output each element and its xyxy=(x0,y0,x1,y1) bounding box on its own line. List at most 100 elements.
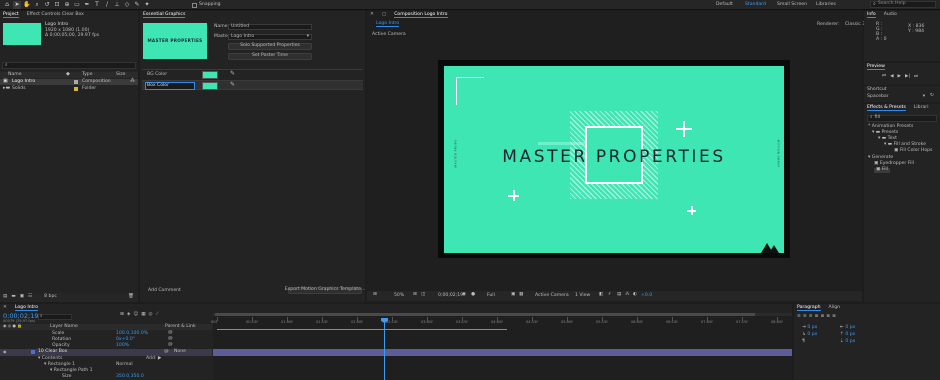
label-color-swatch[interactable] xyxy=(74,80,78,84)
prev-frame-icon[interactable]: ◀ xyxy=(890,74,893,80)
pixel-aspect-icon[interactable]: ◧ xyxy=(599,292,603,298)
tab-effects-presets[interactable]: Effects & Presets xyxy=(867,105,906,112)
transparency-grid-icon[interactable]: ▦ xyxy=(519,292,523,298)
adjust-icon[interactable]: ☷ xyxy=(28,295,32,300)
tab-align[interactable]: Align xyxy=(829,306,841,311)
indent-right-field[interactable]: ⇤ 0 px xyxy=(840,325,855,331)
tree-item-presets[interactable]: ▾ ▬ Presets xyxy=(872,130,898,136)
roto-brush-icon[interactable]: ✎ xyxy=(133,1,141,9)
add-comment-button[interactable]: Add Comment xyxy=(148,288,181,294)
resolution-select[interactable]: Full xyxy=(487,293,495,299)
bg-color-swatch[interactable] xyxy=(202,71,218,79)
project-search[interactable]: ⌕ xyxy=(2,62,136,69)
layer-bar-clear-box[interactable] xyxy=(213,349,792,356)
tab-timeline-logo-intro[interactable]: Logo Intro xyxy=(14,305,39,312)
eyedropper-icon[interactable]: ✎ xyxy=(230,82,235,88)
tree-item-animation-presets[interactable]: * Animation Presets xyxy=(868,124,913,130)
play-icon[interactable]: ▶ xyxy=(898,74,901,80)
workspace-libraries[interactable]: Libraries xyxy=(816,2,836,8)
table-row[interactable]: Size 350.0,350.0 xyxy=(0,374,212,380)
label-color-swatch[interactable] xyxy=(74,87,78,91)
set-poster-time-button[interactable]: Set Poster Time xyxy=(228,53,312,60)
close-icon[interactable]: ✕ xyxy=(370,13,374,18)
justify-all-icon[interactable]: ≣ xyxy=(832,314,836,320)
space-before-field[interactable]: ⇡ 0 px xyxy=(840,332,855,338)
justify-left-icon[interactable]: ≣ xyxy=(815,314,819,320)
flowchart-icon[interactable]: ⁂ xyxy=(625,292,630,298)
box-color-swatch[interactable] xyxy=(202,82,218,90)
row-value[interactable]: 350.0,350.0 xyxy=(116,374,144,380)
first-line-indent-field[interactable]: ↳ 0 px xyxy=(802,332,817,338)
composition-switch-icon[interactable]: ⊞ xyxy=(120,312,124,318)
align-right-icon[interactable]: ≡ xyxy=(809,314,813,320)
justify-center-icon[interactable]: ≣ xyxy=(820,314,824,320)
rotate-tool-icon[interactable]: ↺ xyxy=(43,1,51,9)
rectangle-tool-icon[interactable]: ▭ xyxy=(73,1,81,9)
first-frame-icon[interactable]: ⏮ xyxy=(882,74,886,80)
expression-icon[interactable]: @ xyxy=(168,336,173,342)
parent-select[interactable]: None xyxy=(174,349,186,355)
expression-icon[interactable]: @ xyxy=(168,330,173,336)
tab-preview[interactable]: Preview xyxy=(867,64,885,71)
col-size[interactable]: Size xyxy=(116,72,125,78)
composition-canvas[interactable]: MASTER PROPS MOTION ARRAY MASTER PROPERT… xyxy=(438,60,790,258)
tab-composition[interactable]: Composition Logo Intro xyxy=(394,12,448,19)
new-folder-icon[interactable]: ▬ xyxy=(11,295,15,300)
graph-editor-icon[interactable]: ⟋ xyxy=(156,312,159,318)
table-row[interactable]: ◉ 10 Clear Box @ None xyxy=(0,349,212,356)
clone-stamp-tool-icon[interactable]: ⊥ xyxy=(113,1,121,9)
tree-item-generate[interactable]: ▾ Generate xyxy=(868,155,893,161)
selection-tool-icon[interactable]: ➤ xyxy=(13,1,21,9)
interpret-footage-icon[interactable]: ▤ xyxy=(3,295,7,300)
time-ruler[interactable]: 00f 00:15f 01:00f 01:15f 02:00f 02:15f 03:00f 0… xyxy=(211,317,792,325)
tab-audio[interactable]: Audio xyxy=(884,13,897,18)
expression-icon[interactable]: @ xyxy=(168,342,173,348)
draft-3d-icon[interactable]: ◈ xyxy=(127,312,131,318)
timeline-search[interactable]: ⌕ xyxy=(38,314,72,320)
eraser-tool-icon[interactable]: ◇ xyxy=(123,1,131,9)
tab-essential-graphics[interactable]: Essential Graphics xyxy=(143,12,186,19)
workspace-small-screen[interactable]: Small Screen xyxy=(777,2,807,8)
timeline-tracks[interactable]: 00f 00:15f 01:00f 01:15f 02:00f 02:15f 03:00f 0… xyxy=(211,313,792,380)
pickwhip-icon[interactable]: @ xyxy=(164,349,169,355)
help-search-box[interactable]: ⌕ Search Help xyxy=(870,1,936,8)
trash-icon[interactable]: 🗑 xyxy=(128,295,134,300)
tab-info[interactable]: Info xyxy=(867,12,876,19)
frame-blend-icon[interactable]: ▦ xyxy=(141,312,145,318)
comp-timecode[interactable]: 0;00;02;19 xyxy=(438,293,463,299)
exposure-value[interactable]: +0.0 xyxy=(641,293,652,299)
eg-property-row[interactable]: Box Color ✎ xyxy=(142,80,363,90)
work-area-bar[interactable] xyxy=(213,313,792,316)
col-parent-link[interactable]: Parent & Link xyxy=(165,324,196,330)
workspace-default[interactable]: Default xyxy=(716,2,733,8)
add-button[interactable]: Add: ▶ xyxy=(146,356,161,362)
mask-icon[interactable]: ◫ xyxy=(421,292,425,298)
color-swatch-icon[interactable]: ● xyxy=(471,292,475,298)
justify-right-icon[interactable]: ≣ xyxy=(826,314,830,320)
eg-property-row[interactable]: BG Color ✎ xyxy=(142,69,363,79)
tab-logo-intro[interactable]: Logo Intro xyxy=(376,21,400,28)
shortcut-select[interactable]: Spacebar ▾ xyxy=(867,94,925,100)
snapping-checkbox[interactable] xyxy=(192,3,197,8)
align-left-icon[interactable]: ≡ xyxy=(797,314,801,320)
pan-behind-tool-icon[interactable]: ⊕ xyxy=(63,1,71,9)
next-frame-icon[interactable]: ▶| xyxy=(905,74,910,80)
effects-search[interactable]: ⌕ fill xyxy=(867,115,937,122)
row-value[interactable]: 100% xyxy=(116,343,129,349)
exposure-icon[interactable]: ◐ xyxy=(633,292,637,298)
col-type[interactable]: Type xyxy=(82,72,93,78)
eyedropper-icon[interactable]: ✎ xyxy=(230,71,235,77)
bpc-label[interactable]: 8 bpc xyxy=(44,295,57,300)
close-icon[interactable]: ✕ xyxy=(3,306,7,311)
tab-effect-controls[interactable]: Effect Controls Clear Box xyxy=(27,13,84,18)
tree-item-text[interactable]: ▾ ▬ Text xyxy=(878,136,897,142)
type-tool-icon[interactable]: T xyxy=(93,1,101,9)
pen-tool-icon[interactable]: ✒ xyxy=(83,1,91,9)
loop-icon[interactable]: ↻ xyxy=(930,93,934,99)
col-name[interactable]: Name xyxy=(8,72,22,78)
home-icon[interactable]: ⌂ xyxy=(3,1,11,9)
last-frame-icon[interactable]: ⏭ xyxy=(914,74,918,80)
master-select[interactable]: Logo Intro ▾ xyxy=(228,34,312,40)
camera-tool-icon[interactable]: ⊡ xyxy=(53,1,61,9)
zoom-level[interactable]: 50% xyxy=(394,293,404,299)
